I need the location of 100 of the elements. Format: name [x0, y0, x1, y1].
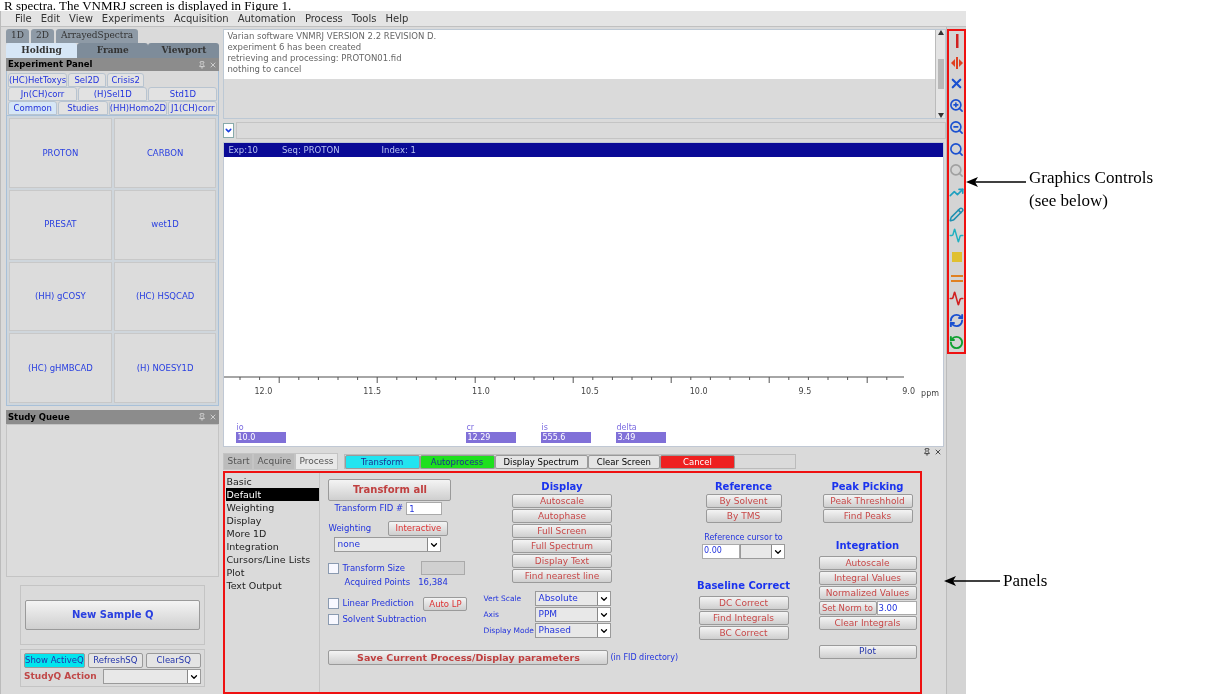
menu-item[interactable]: Tools	[351, 11, 377, 26]
experiment-button[interactable]: PROTON	[9, 118, 112, 188]
experiment-button[interactable]: PRESAT	[9, 189, 112, 260]
tab[interactable]: ArrayedSpectra	[55, 29, 139, 43]
panel-button[interactable]: Autoscale	[818, 556, 917, 570]
panel-button[interactable]: Peak Threshhold	[822, 494, 913, 508]
panel-button[interactable]: Full Spectrum	[511, 539, 612, 553]
experiment-button[interactable]: (H) NOESY1D	[113, 333, 217, 403]
tab[interactable]: Std1D	[148, 87, 218, 101]
spectrum-display[interactable]: Exp:10 Seq: PROTON Index: 1 12.0 11.5 11.0 10.5 10.0 9.5 9.0 ppm io 10.0 cr 12.29 is 555.6 delta 3.49	[223, 142, 944, 447]
panel-list-item[interactable]: Display	[226, 514, 320, 527]
new-sample-button[interactable]: New Sample Q	[25, 600, 201, 630]
spectrum-icon[interactable]	[949, 291, 964, 307]
refresh-icon[interactable]	[949, 313, 964, 329]
menu-item[interactable]: Automation	[237, 11, 296, 26]
panel-button[interactable]: Autophase	[511, 509, 612, 523]
norm-field[interactable]: 3.00	[876, 601, 917, 615]
tab[interactable]: (HC)HetToxys	[8, 73, 68, 87]
zoom-in-icon[interactable]	[949, 98, 964, 114]
tab[interactable]: J1(CH)corr	[168, 101, 218, 115]
panel-list-item[interactable]: Weighting	[226, 501, 320, 514]
menu-item[interactable]: View	[69, 11, 93, 26]
checkbox[interactable]	[328, 598, 340, 610]
panel-list-item[interactable]: Plot	[226, 566, 320, 579]
panel-button[interactable]: Clear Integrals	[818, 616, 917, 630]
action-button[interactable]: Transform	[344, 455, 420, 469]
menu-item[interactable]: Experiments	[101, 11, 165, 26]
tab[interactable]: Process	[295, 453, 338, 470]
pencil-icon[interactable]	[949, 206, 964, 222]
panel-button[interactable]: Autoscale	[511, 494, 612, 508]
panel-button[interactable]: Full Screen	[511, 524, 612, 538]
panel-button[interactable]: Plot	[818, 644, 917, 659]
search-icon[interactable]	[949, 141, 964, 157]
panel-list-item[interactable]: Basic	[226, 475, 320, 488]
transform-all-button[interactable]: Transform all	[328, 479, 452, 501]
action-button[interactable]: Autoprocess	[419, 455, 495, 469]
zoom-out-icon[interactable]	[949, 119, 964, 135]
panel-button[interactable]: Find Integrals	[698, 611, 789, 625]
panel-list-item[interactable]: Cursors/Line Lists	[226, 553, 320, 566]
panel-button[interactable]: DC Correct	[698, 596, 789, 610]
tab[interactable]: Acquire	[253, 453, 296, 470]
panel-button[interactable]: Integral Values	[818, 571, 917, 585]
tab[interactable]: Frame	[77, 43, 149, 58]
tab[interactable]: 1D	[6, 29, 29, 43]
tab[interactable]: Sel2D	[68, 73, 106, 87]
panel-list-item[interactable]: Integration	[226, 540, 320, 553]
queue-button[interactable]: RefreshSQ	[87, 653, 144, 668]
tab[interactable]: Jn(CH)corr	[8, 87, 78, 101]
pin-icon[interactable]	[923, 448, 931, 456]
experiment-button[interactable]: (HC) gHMBCAD	[9, 333, 112, 403]
save-button[interactable]: Save Current Process/Display parameters	[328, 650, 609, 665]
menu-item[interactable]: File	[15, 11, 32, 26]
dropdown[interactable]: Absolute	[535, 591, 612, 606]
panel-button[interactable]: By Solvent	[705, 494, 782, 508]
menu-item[interactable]: Process	[304, 11, 343, 26]
checkbox[interactable]	[328, 613, 340, 625]
dropdown[interactable]	[102, 669, 202, 684]
tab[interactable]: (H)Sel1D	[78, 87, 148, 101]
dropdown[interactable]	[740, 544, 785, 559]
tab[interactable]: (HH)Homo2D	[108, 101, 168, 115]
tab[interactable]: Crisis2	[106, 73, 145, 87]
scroll-up-icon[interactable]	[937, 30, 944, 35]
auto-lp-button[interactable]: Auto LP	[423, 596, 468, 611]
reference-field[interactable]: 0.00	[702, 544, 740, 559]
menu-item[interactable]: Acquisition	[173, 11, 229, 26]
panel-list-item[interactable]: More 1D	[226, 527, 320, 540]
experiment-button[interactable]: wet1D	[113, 189, 217, 260]
action-button[interactable]: Display Spectrum	[494, 455, 588, 469]
scrollbar[interactable]	[935, 30, 945, 118]
scroll-down-icon[interactable]	[937, 113, 944, 118]
undo-icon[interactable]	[949, 334, 964, 350]
tab[interactable]: 2D	[30, 29, 54, 43]
tab[interactable]: Viewport	[148, 43, 220, 58]
wave-icon[interactable]	[949, 228, 964, 244]
split-arrows-icon[interactable]	[949, 55, 964, 70]
queue-button[interactable]: ClearSQ	[146, 653, 202, 668]
panel-button[interactable]: Find Peaks	[822, 509, 913, 523]
interactive-button[interactable]: Interactive	[388, 521, 449, 536]
panel-button[interactable]: Normalized Values	[818, 586, 917, 600]
panel-button[interactable]: By TMS	[705, 509, 782, 523]
panel-button[interactable]: Display Text	[511, 554, 612, 568]
queue-button[interactable]: Show ActiveQ	[24, 653, 85, 668]
close-icon[interactable]	[934, 448, 942, 456]
dropdown[interactable]: PPM	[535, 607, 612, 622]
menu-item[interactable]: Help	[385, 11, 409, 26]
tab[interactable]: Common	[8, 101, 58, 115]
action-button[interactable]: Clear Screen	[587, 455, 660, 469]
scroll-thumb[interactable]	[937, 59, 944, 89]
menu-item[interactable]: Edit	[40, 11, 61, 26]
panel-list-item[interactable]: Text Output	[226, 579, 320, 592]
experiment-button[interactable]: (HH) gCOSY	[9, 261, 112, 332]
panel-list-item[interactable]: Default	[226, 488, 320, 501]
fid-field[interactable]: 1	[406, 502, 443, 515]
experiment-button[interactable]: (HC) HSQCAD	[113, 261, 217, 332]
tab[interactable]: Start	[223, 453, 254, 470]
dropdown[interactable]: none	[334, 537, 442, 552]
dropdown[interactable]: Phased	[535, 623, 612, 638]
checkbox[interactable]	[328, 562, 340, 574]
panel-button[interactable]: Find nearest line	[511, 569, 612, 583]
experiment-button[interactable]: CARBON	[113, 118, 217, 188]
